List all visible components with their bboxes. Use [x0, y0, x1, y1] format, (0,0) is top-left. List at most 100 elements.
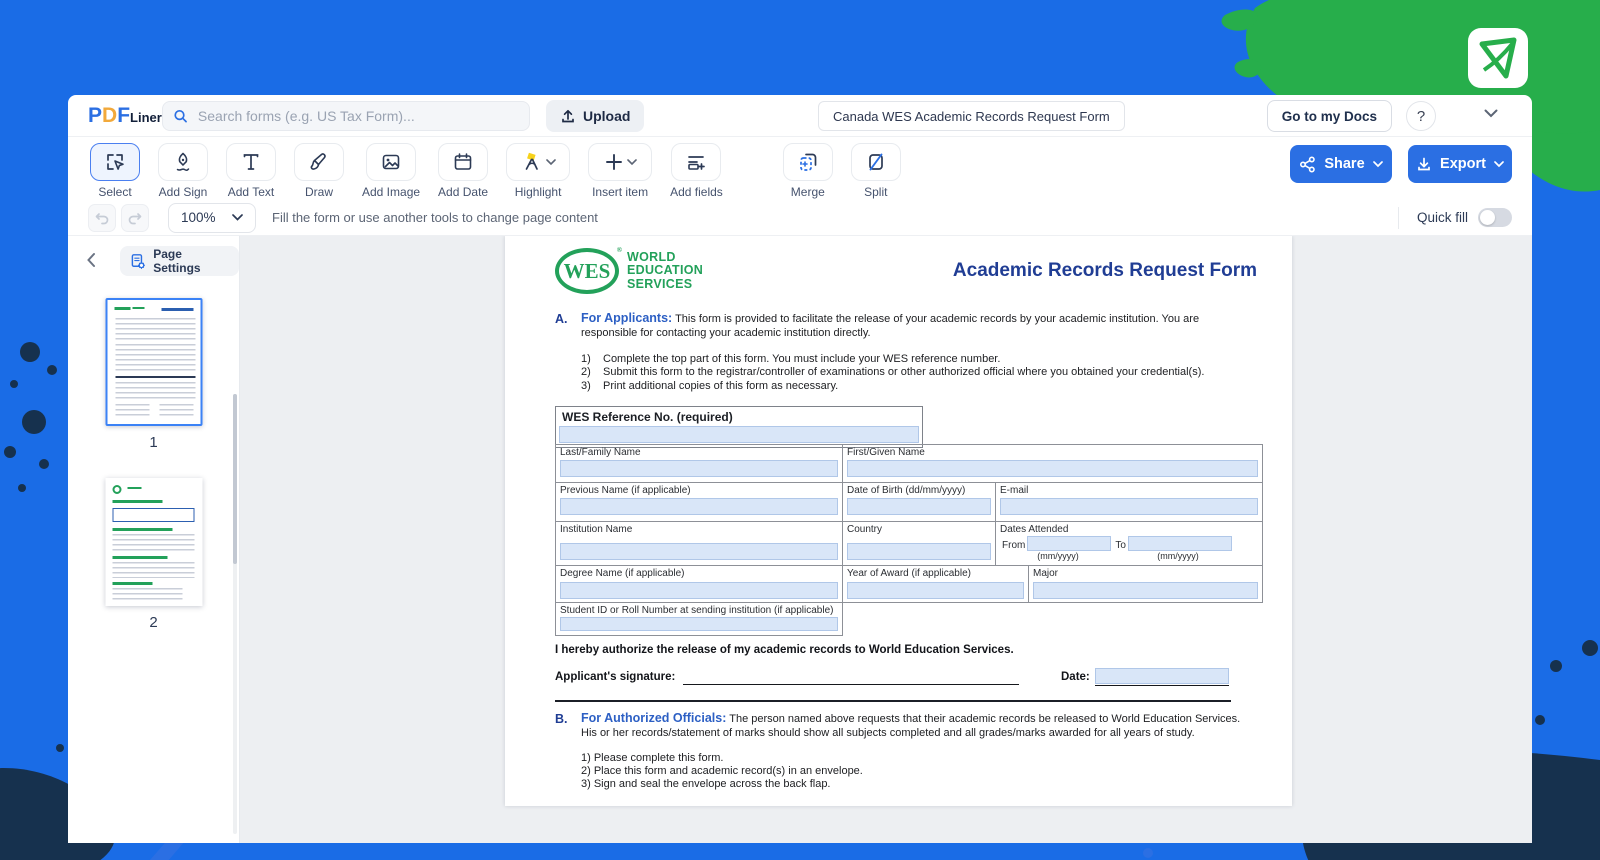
- section-b-item: 2) Place this form and academic record(s…: [581, 764, 863, 777]
- thumb-decor: [132, 307, 144, 309]
- field-label: E-mail: [1000, 485, 1029, 496]
- section-b-heading: For Authorized Officials:: [581, 711, 727, 725]
- header-bar: PDFLiner Upload Canada WES Academic Reco…: [68, 95, 1532, 137]
- app-window: PDFLiner Upload Canada WES Academic Reco…: [68, 95, 1532, 843]
- year-award-field[interactable]: [847, 582, 1024, 599]
- tool-highlight[interactable]: Highlight: [506, 143, 571, 199]
- field-label: Year of Award (if applicable): [847, 568, 971, 579]
- undo-button[interactable]: [88, 203, 116, 232]
- field-label: Degree Name (if applicable): [560, 568, 685, 579]
- page-thumbnail-2[interactable]: [105, 478, 202, 606]
- sidebar-scrollbar[interactable]: [233, 394, 237, 834]
- form-table: Last/Family Name First/Given Name Previo…: [555, 444, 1263, 636]
- tool-add-image[interactable]: Add Image: [362, 143, 420, 199]
- document-title-box[interactable]: Canada WES Academic Records Request Form: [818, 101, 1125, 131]
- section-a-item: 2) Submit this form to the registrar/con…: [581, 366, 1235, 380]
- zoom-select[interactable]: 100%: [168, 202, 256, 233]
- merge-icon: [799, 153, 817, 171]
- field-label: Major: [1033, 568, 1059, 579]
- zoom-value: 100%: [181, 210, 216, 225]
- thumb-decor: [115, 382, 195, 400]
- section-a-letter: A.: [555, 312, 568, 326]
- cell-first-given: First/Given Name: [843, 445, 1263, 483]
- search-input[interactable]: [195, 107, 519, 125]
- wes-line-3: SERVICES: [627, 276, 693, 291]
- cell-year-award: Year of Award (if applicable): [843, 566, 1029, 603]
- upload-label: Upload: [583, 108, 631, 124]
- page-number-1: 1: [149, 434, 158, 451]
- page-settings-button[interactable]: Page Settings: [120, 246, 239, 276]
- section-b-item: 1) Please complete this form.: [581, 751, 724, 764]
- search-form-container: [162, 101, 530, 131]
- cell-email: E-mail: [996, 483, 1263, 522]
- section-b-letter: B.: [555, 712, 568, 726]
- redo-button[interactable]: [121, 203, 149, 232]
- thumb-decor: [115, 404, 149, 418]
- brand-splash-icon: [1468, 28, 1528, 88]
- item-number: 2): [581, 366, 591, 379]
- dob-field[interactable]: [847, 498, 991, 515]
- field-label: Dates Attended: [1000, 524, 1069, 535]
- chevron-down-icon: [1372, 160, 1383, 167]
- degree-field[interactable]: [560, 582, 838, 599]
- pages-sidebar: Page Settings 1 2: [68, 236, 240, 843]
- chevron-down-icon: [545, 158, 556, 165]
- last-family-field[interactable]: [560, 460, 838, 477]
- first-given-field[interactable]: [847, 460, 1258, 477]
- field-label: Previous Name (if applicable): [560, 485, 691, 496]
- date-field[interactable]: [1095, 668, 1229, 684]
- image-icon: [382, 154, 400, 170]
- sub-toolbar: 100% Fill the form or use another tools …: [68, 200, 1532, 236]
- from-label: From: [1002, 540, 1026, 551]
- tool-select[interactable]: Select: [90, 143, 140, 199]
- search-icon: [174, 109, 187, 123]
- wes-reference-field[interactable]: [559, 426, 919, 443]
- chevron-down-icon: [626, 158, 637, 165]
- form-fields-icon: [688, 156, 706, 170]
- upload-button[interactable]: Upload: [546, 100, 645, 132]
- logo-letter-d: D: [102, 104, 118, 127]
- tool-add-text[interactable]: Add Text: [226, 143, 276, 199]
- pdfliner-logo[interactable]: PDFLiner: [88, 104, 162, 128]
- tool-draw[interactable]: Draw: [294, 143, 344, 199]
- page-number-2: 2: [149, 614, 158, 631]
- tool-add-fields[interactable]: Add fields: [670, 143, 723, 199]
- tool-add-sign[interactable]: Add Sign: [158, 143, 208, 199]
- go-to-my-docs-button[interactable]: Go to my Docs: [1266, 100, 1392, 132]
- share-button[interactable]: Share: [1290, 145, 1392, 183]
- page-thumbnail-1[interactable]: [105, 298, 202, 426]
- student-id-field[interactable]: [560, 617, 838, 631]
- date-field-wrap: [1095, 668, 1229, 686]
- tool-split[interactable]: Split: [850, 143, 901, 199]
- quick-fill-toggle[interactable]: [1478, 208, 1512, 227]
- document-title: Canada WES Academic Records Request Form: [833, 108, 1110, 124]
- institution-field[interactable]: [560, 543, 838, 560]
- dates-to-field[interactable]: [1127, 536, 1232, 551]
- cell-student-id: Student ID or Roll Number at sending ins…: [556, 603, 843, 636]
- wes-reference-box: WES Reference No. (required): [555, 406, 923, 448]
- header-collapse-button[interactable]: [1484, 109, 1498, 118]
- email-field[interactable]: [1000, 498, 1258, 515]
- major-field[interactable]: [1033, 582, 1258, 599]
- signature-line[interactable]: [683, 684, 1019, 685]
- help-label: ?: [1416, 107, 1426, 125]
- dates-from-field[interactable]: [1027, 536, 1112, 551]
- split-icon: [868, 153, 883, 171]
- country-field[interactable]: [847, 543, 991, 560]
- tool-add-date[interactable]: Add Date: [438, 143, 488, 199]
- item-text: Complete the top part of this form. You …: [603, 352, 1001, 365]
- thumb-decor: [112, 534, 194, 552]
- thumb-decor: [112, 588, 182, 600]
- mm-yyyy-label: (mm/yyyy): [1157, 551, 1199, 561]
- tool-insert-item[interactable]: Insert item: [588, 143, 653, 199]
- section-a: A. For Applicants: This form is provided…: [555, 311, 1235, 394]
- item-number: 3): [581, 380, 591, 393]
- share-icon: [1300, 155, 1316, 173]
- calendar-icon: [454, 153, 472, 170]
- tool-merge[interactable]: Merge: [782, 143, 833, 199]
- wes-line-1: WORLD: [627, 249, 676, 264]
- export-button[interactable]: Export: [1408, 145, 1512, 183]
- sidebar-collapse-button[interactable]: [86, 252, 96, 268]
- previous-name-field[interactable]: [560, 498, 838, 515]
- help-button[interactable]: ?: [1406, 101, 1436, 131]
